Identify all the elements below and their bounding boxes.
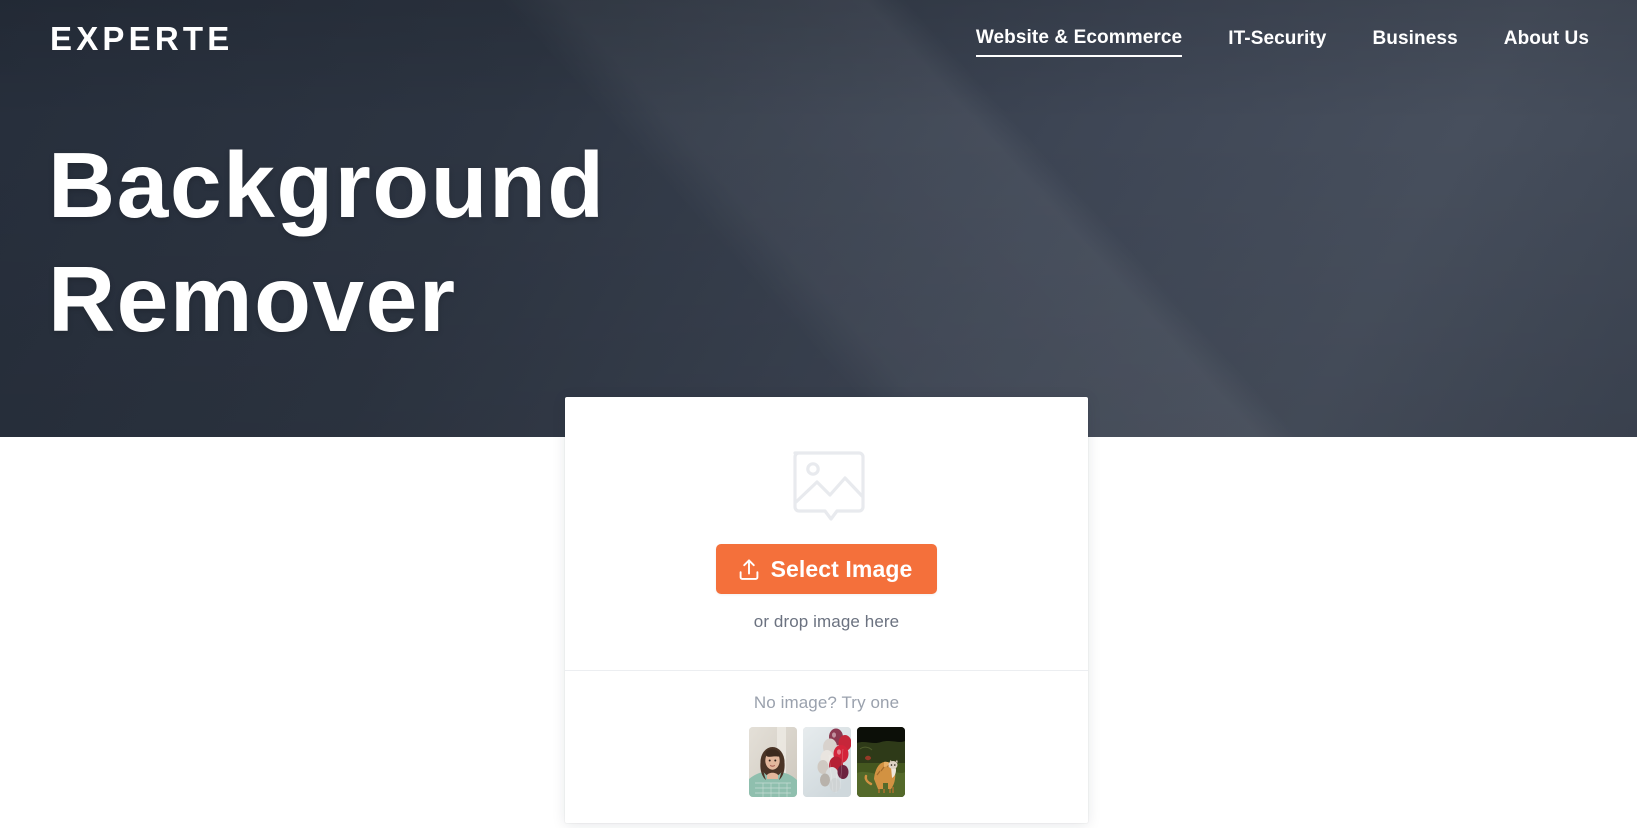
select-image-button[interactable]: Select Image [715,544,938,594]
image-placeholder-icon [785,438,869,522]
sample-images-section: No image? Try one [565,671,1088,823]
nav-item-about-us[interactable]: About Us [1504,27,1589,56]
sample-images-label: No image? Try one [753,693,900,712]
page-title-line-2: Remover [48,247,457,352]
sample-thumbnail-woman-portrait[interactable] [748,727,797,797]
sample-thumbnail-list [748,727,905,797]
brand-logo[interactable]: EXPERTE [50,22,233,55]
page-root: EXPERTE Website & Ecommerce IT-Security … [0,0,1637,828]
sample-thumbnail-tiger[interactable] [856,727,905,797]
sample-thumbnail-balloons[interactable] [802,727,851,797]
main-navigation: Website & Ecommerce IT-Security Business… [975,26,1589,57]
nav-item-it-security[interactable]: IT-Security [1228,27,1326,56]
site-header: EXPERTE Website & Ecommerce IT-Security … [0,0,1637,82]
nav-item-business[interactable]: Business [1372,27,1457,56]
dropzone[interactable]: Select Image or drop image here [565,397,1088,670]
page-title-line-1: Background [48,133,606,237]
nav-item-website-ecommerce[interactable]: Website & Ecommerce [975,26,1183,57]
page-title: Background Remover [48,128,606,357]
upload-card: Select Image or drop image here No image… [565,397,1088,823]
drop-hint-text: or drop image here [753,612,900,631]
upload-icon [738,558,760,581]
select-image-button-label: Select Image [770,555,913,582]
